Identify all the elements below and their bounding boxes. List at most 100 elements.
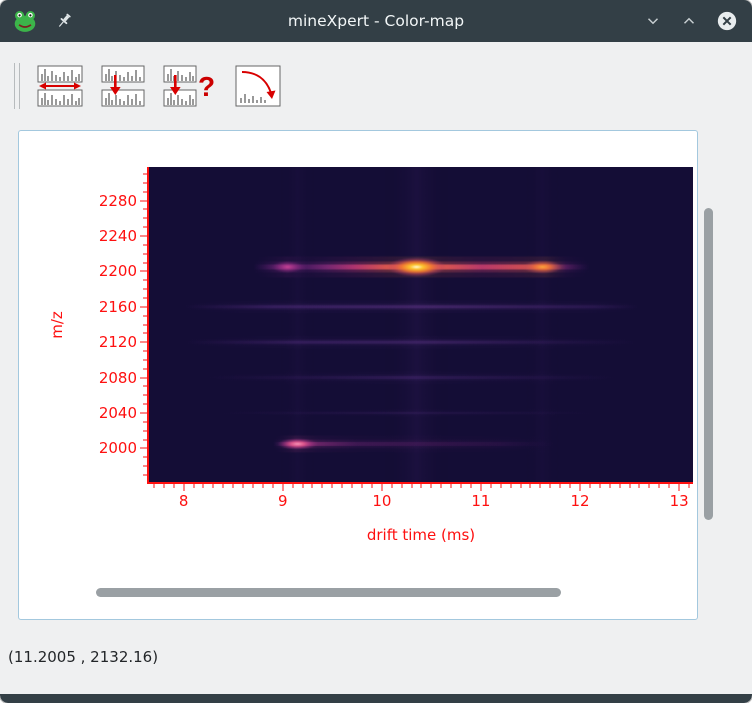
window-title: mineXpert - Color-map: [287, 12, 465, 30]
x-tick: [559, 484, 561, 488]
spectra-compare-horizontal-icon[interactable]: [36, 64, 84, 108]
plot-area: 8 9 10 11 12 13 2000 2040 2080 2120 2160 2200 2240 2…: [48, 167, 693, 544]
titlebar[interactable]: mineXpert - Color-map: [0, 0, 752, 42]
x-tick: [252, 484, 254, 488]
y-tick: [143, 456, 147, 458]
x-tick: [490, 484, 492, 488]
y-tick: [143, 262, 147, 264]
x-tick: [183, 484, 185, 491]
close-icon[interactable]: [716, 10, 738, 32]
chevron-down-icon[interactable]: [644, 12, 662, 30]
y-axis-label: m/z: [48, 310, 66, 339]
y-tick: [143, 315, 147, 317]
x-tick: [292, 484, 294, 488]
x-tick: [272, 484, 274, 488]
x-tick: [500, 484, 502, 488]
y-tick: [140, 306, 147, 308]
colormap-panel: 8 9 10 11 12 13 2000 2040 2080 2120 2160 2200 2240 2…: [18, 130, 698, 620]
x-tick: [579, 484, 581, 491]
x-tick-labels: 8 9 10 11 12 13: [149, 492, 693, 510]
spectra-combine-down-icon[interactable]: [100, 64, 146, 108]
y-tick-label: 2080: [98, 368, 137, 387]
x-tick: [629, 484, 631, 488]
pin-icon[interactable]: [54, 11, 74, 31]
y-tick: [143, 324, 147, 325]
x-tick-label: 8: [178, 492, 189, 510]
y-tick: [143, 439, 147, 441]
x-tick: [539, 484, 541, 488]
y-tick-label: 2200: [98, 262, 137, 281]
x-tick: [648, 484, 650, 488]
x-tick: [520, 484, 522, 488]
x-axis-ticks: [149, 484, 693, 492]
y-tick: [143, 430, 147, 432]
y-tick-label: 2120: [98, 333, 137, 352]
x-tick-label: 12: [570, 492, 590, 510]
x-tick: [609, 484, 611, 488]
x-tick: [331, 484, 333, 488]
x-tick: [232, 484, 234, 488]
x-tick: [401, 484, 403, 488]
y-tick-label: 2000: [98, 439, 137, 458]
y-tick-labels: 2000 2040 2080 2120 2160 2200 2240 2280: [57, 167, 137, 482]
window-bottom-edge: [0, 694, 752, 703]
x-tick: [153, 484, 155, 488]
y-tick: [143, 182, 147, 184]
y-tick: [143, 385, 147, 387]
x-tick: [163, 484, 165, 488]
y-tick: [143, 403, 147, 405]
y-tick: [143, 465, 147, 467]
spectrum-curve-icon[interactable]: [234, 64, 282, 108]
y-tick-label: 2040: [98, 403, 137, 422]
heatmap-canvas[interactable]: [149, 167, 693, 482]
horizontal-scrollbar-thumb[interactable]: [96, 588, 561, 597]
x-tick: [658, 484, 660, 488]
x-tick: [678, 484, 680, 491]
x-tick: [638, 484, 640, 488]
y-tick: [143, 173, 147, 175]
y-tick: [143, 217, 147, 219]
x-tick: [470, 484, 472, 488]
x-tick: [202, 484, 204, 488]
app-window: mineXpert - Color-map ? 8 9 10 11 12 13 …: [0, 0, 752, 703]
toolbar: ?: [0, 42, 752, 130]
x-tick: [302, 484, 304, 488]
x-tick: [282, 484, 284, 491]
x-tick: [599, 484, 601, 488]
x-tick-label: 13: [669, 492, 689, 510]
y-tick: [140, 270, 147, 272]
x-tick: [381, 484, 383, 491]
x-tick: [391, 484, 393, 488]
x-tick: [193, 484, 195, 488]
x-tick-label: 11: [471, 492, 491, 510]
x-tick: [450, 484, 452, 488]
y-tick: [143, 368, 147, 370]
y-tick: [143, 244, 147, 246]
vertical-scrollbar-thumb[interactable]: [704, 208, 713, 520]
x-tick: [569, 484, 571, 488]
x-tick: [321, 484, 323, 488]
help-glyph: ?: [198, 71, 215, 102]
x-tick: [529, 484, 531, 488]
toolbar-handle[interactable]: [14, 63, 20, 109]
x-tick: [222, 484, 224, 488]
y-tick-label: 2240: [98, 227, 137, 246]
x-tick: [420, 484, 422, 488]
y-tick: [143, 359, 147, 361]
x-tick: [371, 484, 373, 488]
spectra-combine-help-icon[interactable]: ?: [162, 64, 218, 108]
x-tick-label: 10: [372, 492, 392, 510]
frog-app-icon[interactable]: [12, 8, 38, 34]
y-tick: [143, 208, 147, 210]
y-axis-line: [147, 167, 149, 484]
x-tick: [589, 484, 591, 488]
x-tick: [173, 484, 175, 488]
x-tick: [460, 484, 462, 488]
x-tick: [619, 484, 621, 488]
x-tick-label: 9: [277, 492, 288, 510]
chevron-up-icon[interactable]: [680, 12, 698, 30]
x-tick: [351, 484, 353, 488]
x-tick: [430, 484, 432, 488]
y-tick: [143, 288, 147, 290]
statusbar: (11.2005 , 2132.16): [0, 620, 752, 694]
